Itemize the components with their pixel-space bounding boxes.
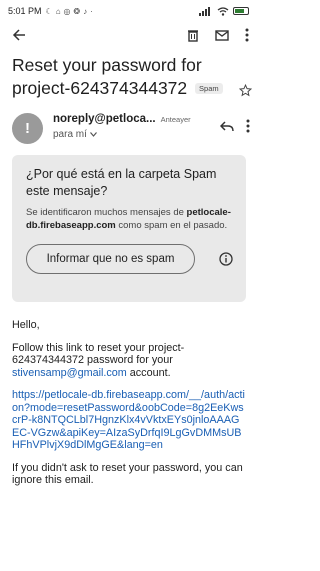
app-icon: ⌂: [55, 6, 61, 16]
sender-name: noreply@petloca...: [53, 113, 156, 125]
email-time: Anteayer: [160, 115, 191, 124]
toolbar: [0, 22, 258, 48]
status-notification-icons: ☾ ⌂ ◎ ❂ ♪ ·: [46, 7, 93, 16]
status-bar: 5:01 PM ☾ ⌂ ◎ ❂ ♪ ·: [0, 0, 258, 22]
toolbar-actions: [187, 28, 249, 42]
body-paragraph-1: Follow this link to reset your project-6…: [12, 342, 246, 380]
status-time: 5:01 PM: [8, 6, 42, 16]
reset-password-link[interactable]: https://petlocale-db.firebaseapp.com/__/…: [12, 389, 246, 452]
mail-icon: [215, 29, 229, 41]
sender-row: ! noreply@petloca... Anteayer para mí: [0, 100, 258, 144]
sender-actions: [220, 119, 250, 133]
body-paragraph-1-end: account.: [126, 366, 171, 379]
reply-button[interactable]: [220, 120, 234, 132]
body-paragraph-3: If you didn't ask to reset your password…: [12, 461, 243, 487]
subject-row: Reset your password for project-62437434…: [0, 48, 258, 100]
greeting: Hello,: [12, 319, 40, 331]
sender-info[interactable]: noreply@petloca... Anteayer para mí: [53, 113, 220, 140]
spam-actions: Informar que no es spam: [26, 244, 236, 274]
more-vertical-icon: [246, 119, 250, 133]
status-left: 5:01 PM ☾ ⌂ ◎ ❂ ♪ ·: [8, 6, 93, 16]
email-subject-text: Reset your password for project-62437434…: [12, 55, 202, 98]
app-icon: ❂: [73, 6, 81, 16]
more-vertical-icon: [245, 28, 249, 42]
spam-notice-description: Se identificaron muchos mensajes de petl…: [26, 206, 236, 232]
back-button[interactable]: [12, 28, 26, 42]
recipient-label: para mí: [53, 129, 87, 140]
recipient-details[interactable]: para mí: [53, 129, 220, 140]
more-options-button[interactable]: [245, 28, 249, 42]
info-icon: [219, 252, 233, 266]
email-subject: Reset your password for project-62437434…: [12, 54, 232, 100]
reply-icon: [220, 120, 234, 131]
status-right: [199, 6, 249, 16]
app-icon: ♪: [83, 6, 88, 16]
spam-label[interactable]: Spam: [195, 83, 223, 94]
email-body: Hello, Follow this link to reset your pr…: [0, 302, 258, 487]
delete-button[interactable]: [187, 29, 199, 42]
body-paragraph-1-start: Follow this link to reset your project-6…: [12, 341, 185, 367]
delete-icon: [188, 29, 198, 42]
sender-top: noreply@petloca... Anteayer: [53, 113, 220, 125]
arrow-back-icon: [12, 29, 25, 41]
email-link[interactable]: stivensamp@gmail.com: [12, 367, 127, 379]
spam-desc-prefix: Se identificaron muchos mensajes de: [26, 207, 187, 218]
spam-desc-suffix: como spam en el pasado.: [115, 220, 228, 231]
star-icon: [239, 84, 252, 97]
chevron-down-icon: [89, 132, 97, 137]
app-icon: ◎: [63, 6, 71, 16]
message-more-button[interactable]: [246, 119, 250, 133]
info-button[interactable]: [219, 252, 233, 266]
battery-icon: [233, 7, 249, 15]
app-icon: ·: [90, 6, 93, 16]
spam-notice-title: ¿Por qué está en la carpeta Spam este me…: [26, 167, 217, 198]
star-button[interactable]: [239, 84, 252, 97]
report-not-spam-button[interactable]: Informar que no es spam: [26, 244, 195, 274]
signal-icon: [199, 6, 210, 16]
mark-unread-button[interactable]: [215, 29, 229, 41]
notification-icon: ☾: [45, 6, 53, 16]
exclamation-icon: !: [25, 120, 30, 137]
sender-avatar[interactable]: !: [12, 113, 43, 144]
wifi-icon: [217, 6, 229, 16]
spam-notice: ¿Por qué está en la carpeta Spam este me…: [12, 155, 246, 302]
